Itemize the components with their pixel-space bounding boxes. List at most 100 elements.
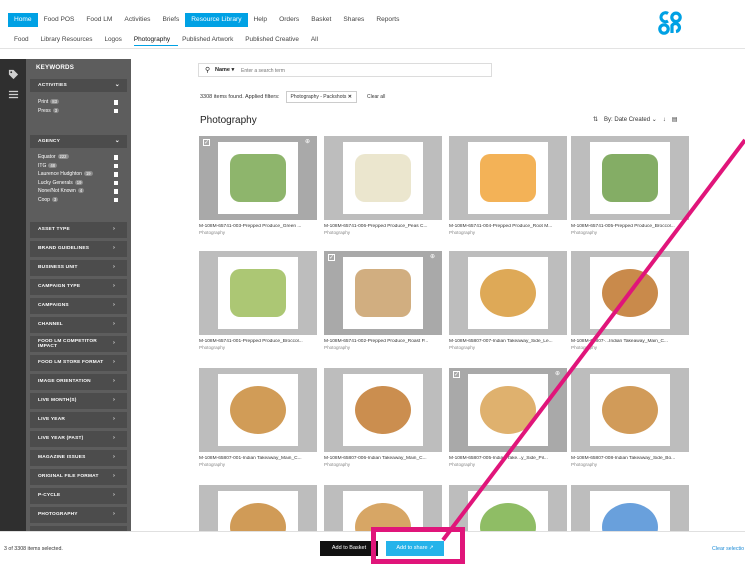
export-icon[interactable]: ▤ bbox=[672, 116, 678, 123]
menu-icon[interactable] bbox=[8, 89, 19, 100]
asset-thumbnail[interactable] bbox=[571, 251, 689, 335]
applied-filter-chip[interactable]: Photography - Packshots ✕ bbox=[285, 91, 357, 103]
checkbox[interactable] bbox=[113, 155, 118, 160]
filter-collapsed-header[interactable]: ASSET TYPE › bbox=[30, 222, 127, 238]
filter-collapsed-header[interactable]: MAGAZINE ISSUES › bbox=[30, 450, 127, 466]
asset-card[interactable] bbox=[449, 485, 567, 531]
checkbox[interactable] bbox=[113, 172, 118, 177]
search-icon[interactable]: ⚲ bbox=[205, 66, 210, 74]
asset-card[interactable] bbox=[571, 485, 689, 531]
nav-food-lm[interactable]: Food LM bbox=[80, 13, 118, 27]
clear-all-link[interactable]: Clear all bbox=[367, 94, 385, 100]
keywords-label[interactable]: KEYWORDS bbox=[26, 59, 131, 77]
asset-thumbnail[interactable] bbox=[571, 485, 689, 531]
checkbox[interactable] bbox=[113, 100, 118, 105]
filter-collapsed-header[interactable]: ORIGINAL FILE FORMAT › bbox=[30, 469, 127, 485]
filter-collapsed-header[interactable]: LIVE MONTH(S) › bbox=[30, 393, 127, 409]
asset-card[interactable]: M-108M-65741-001-Prepped Produce_Broccol… bbox=[199, 251, 317, 350]
asset-thumbnail[interactable]: ✓ ⊕ bbox=[449, 368, 567, 452]
asset-caption[interactable]: M-108M-65741-001-Prepped Produce_Broccol… bbox=[199, 339, 317, 344]
asset-card[interactable]: M-108M-65741-006-Prepped Produce_Peas C.… bbox=[324, 136, 442, 235]
filter-collapsed-header[interactable]: BUSINESS UNIT › bbox=[30, 260, 127, 276]
nav-orders[interactable]: Orders bbox=[273, 13, 305, 27]
subnav-published-artwork[interactable]: Published Artwork bbox=[182, 36, 241, 46]
asset-thumbnail[interactable] bbox=[449, 251, 567, 335]
asset-caption[interactable]: M-108M-65807-...Indian Takeaway_Main_C..… bbox=[571, 339, 689, 344]
checkbox[interactable] bbox=[113, 180, 118, 185]
filter-collapsed-header[interactable]: CAMPAIGNS › bbox=[30, 298, 127, 314]
asset-card[interactable]: M-108M-65807-007-Indian Takeaway_Side_Le… bbox=[449, 251, 567, 350]
checkbox-checked-icon[interactable]: ✓ bbox=[328, 254, 335, 261]
asset-caption[interactable]: M-108M-65807-007-Indian Takeaway_Side_Le… bbox=[449, 339, 567, 344]
search-input[interactable] bbox=[241, 66, 481, 75]
filter-collapsed-header[interactable]: P-CYCLE › bbox=[30, 488, 127, 504]
asset-card[interactable]: M-108M-65807-...Indian Takeaway_Main_C..… bbox=[571, 251, 689, 350]
filter-collapsed-header[interactable]: LIVE YEAR › bbox=[30, 412, 127, 428]
asset-caption[interactable]: M-108M-65807-001-Indian Takeaway_Main_C.… bbox=[199, 456, 317, 461]
filter-collapsed-header[interactable]: BRAND GUIDELINES › bbox=[30, 241, 127, 257]
asset-thumbnail[interactable] bbox=[571, 368, 689, 452]
subnav-logos[interactable]: Logos bbox=[104, 36, 129, 46]
asset-caption[interactable]: M-108M-65741-004-Prepped Produce_Root M.… bbox=[449, 224, 567, 229]
asset-card[interactable]: M-108M-65741-005-Prepped Produce_Broccol… bbox=[571, 136, 689, 235]
asset-thumbnail[interactable] bbox=[449, 485, 567, 531]
logo-area[interactable] bbox=[617, 7, 745, 47]
filter-collapsed-header[interactable]: PHOTOGRAPHY › bbox=[30, 507, 127, 523]
filter-collapsed-header[interactable]: CHANNEL › bbox=[30, 317, 127, 333]
nav-briefs[interactable]: Briefs bbox=[156, 13, 185, 27]
clear-selection-link[interactable]: Clear selectio bbox=[712, 546, 744, 552]
filter-option[interactable]: Laurence Hudghton 19 bbox=[30, 170, 127, 179]
subnav-all[interactable]: All bbox=[311, 36, 326, 46]
nav-help[interactable]: Help bbox=[248, 13, 274, 27]
asset-thumbnail[interactable] bbox=[199, 368, 317, 452]
nav-reports[interactable]: Reports bbox=[370, 13, 405, 27]
asset-caption[interactable]: M-108M-65741-003-Prepped Produce_Green .… bbox=[199, 224, 317, 229]
checkbox[interactable] bbox=[113, 163, 118, 168]
subnav-library-resources[interactable]: Library Resources bbox=[41, 36, 101, 46]
search-field-selector[interactable]: Name ▾ bbox=[215, 67, 234, 73]
asset-thumbnail[interactable] bbox=[449, 136, 567, 220]
nav-home[interactable]: Home bbox=[8, 13, 38, 27]
nav-basket[interactable]: Basket bbox=[305, 13, 337, 27]
sort-toggle-icon[interactable]: ⇅ bbox=[593, 116, 598, 123]
asset-thumbnail[interactable] bbox=[324, 368, 442, 452]
asset-card[interactable] bbox=[199, 485, 317, 531]
asset-card[interactable]: M-108M-65807-008-Indian Takeaway_Side_Bo… bbox=[571, 368, 689, 467]
asset-thumbnail[interactable]: ✓ ⊕ bbox=[324, 251, 442, 335]
filter-activities-header[interactable]: ACTIVITIES ⌄ bbox=[30, 79, 127, 92]
zoom-icon[interactable]: ⊕ bbox=[305, 139, 312, 146]
checkbox-checked-icon[interactable]: ✓ bbox=[203, 139, 210, 146]
asset-thumbnail[interactable] bbox=[324, 485, 442, 531]
filter-collapsed-header[interactable]: CAMPAIGN TYPE › bbox=[30, 279, 127, 295]
nav-shares[interactable]: Shares bbox=[337, 13, 370, 27]
zoom-icon[interactable]: ⊕ bbox=[430, 254, 437, 261]
asset-thumbnail[interactable] bbox=[571, 136, 689, 220]
subnav-food[interactable]: Food bbox=[14, 36, 37, 46]
asset-card[interactable]: ✓ ⊕ M-108M-65741-003-Prepped Produce_Green… bbox=[199, 136, 317, 235]
sort-direction-icon[interactable]: ↓ bbox=[663, 117, 666, 123]
filter-option[interactable]: None/Not Known 4 bbox=[30, 187, 127, 196]
subnav-published-creative[interactable]: Published Creative bbox=[245, 36, 307, 46]
asset-card[interactable]: ✓ ⊕ M-108M-65741-002-Prepped Produce_Roast… bbox=[324, 251, 442, 350]
filter-option[interactable]: Coop 3 bbox=[30, 196, 127, 205]
asset-card[interactable]: M-108M-65807-006-Indian Takeaway_Main_C.… bbox=[324, 368, 442, 467]
asset-card[interactable] bbox=[324, 485, 442, 531]
asset-thumbnail[interactable] bbox=[199, 251, 317, 335]
checkbox[interactable] bbox=[113, 197, 118, 202]
subnav-photography[interactable]: Photography bbox=[133, 36, 179, 46]
filter-option[interactable]: Lucky Generals 19 bbox=[30, 179, 127, 188]
filter-option[interactable]: Print 83 bbox=[30, 98, 127, 107]
filter-option[interactable]: Equator 222 bbox=[30, 153, 127, 162]
filter-agency-header[interactable]: AGENCY ⌄ bbox=[30, 135, 127, 148]
checkbox[interactable] bbox=[113, 108, 118, 113]
filter-collapsed-header[interactable]: IMAGE ORIENTATION › bbox=[30, 374, 127, 390]
nav-resource-library[interactable]: Resource Library bbox=[185, 13, 248, 27]
nav-activities[interactable]: Activities bbox=[118, 13, 156, 27]
asset-caption[interactable]: M-108M-65807-008-Indian Takeaway_Side_Bo… bbox=[571, 456, 689, 461]
filter-option[interactable]: ITG 48 bbox=[30, 162, 127, 171]
checkbox[interactable] bbox=[113, 189, 118, 194]
add-to-basket-button[interactable]: Add to Basket bbox=[320, 541, 378, 556]
zoom-icon[interactable]: ⊕ bbox=[555, 371, 562, 378]
asset-thumbnail[interactable] bbox=[199, 485, 317, 531]
filter-option[interactable]: Press 3 bbox=[30, 107, 127, 116]
